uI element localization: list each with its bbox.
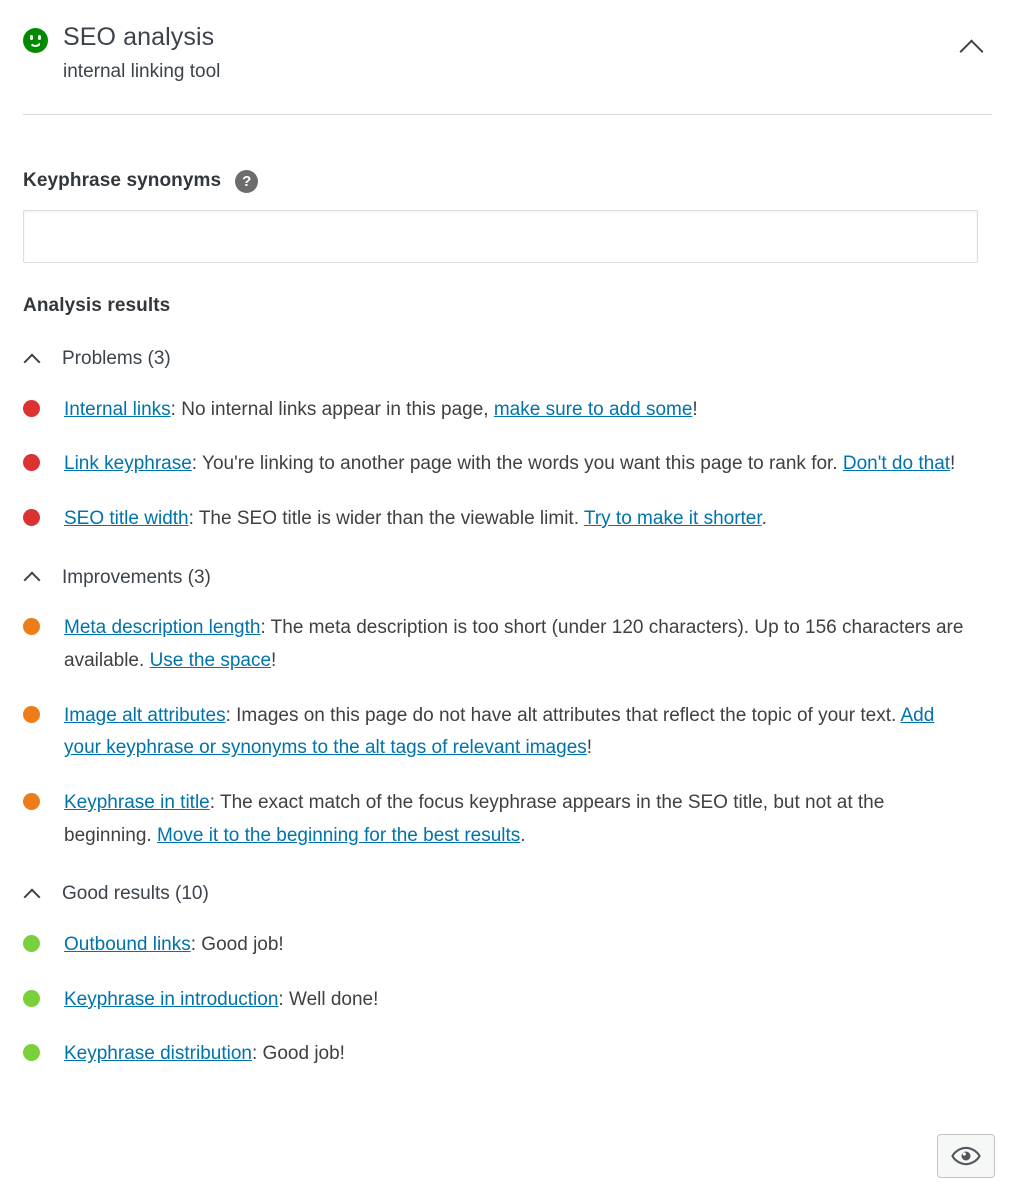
- status-bullet-icon: [23, 618, 40, 635]
- header-text: SEO analysis internal linking tool: [63, 22, 220, 85]
- chevron-up-icon: [959, 39, 983, 63]
- result-text: Link keyphrase: You're linking to anothe…: [64, 448, 955, 481]
- page-title: SEO analysis: [63, 22, 220, 53]
- status-bullet-icon: [23, 1044, 40, 1061]
- result-text: Keyphrase distribution: Good job!: [64, 1038, 345, 1071]
- keyphrase-synonyms-label-row: Keyphrase synonyms ?: [23, 170, 992, 193]
- result-text: Image alt attributes: Images on this pag…: [64, 700, 974, 765]
- result-section: Good results (10)Outbound links: Good jo…: [23, 882, 992, 1071]
- chevron-up-icon: [24, 353, 41, 370]
- result-text-fragment: : Good job!: [191, 934, 284, 955]
- chevron-up-icon: [24, 889, 41, 906]
- result-link[interactable]: Internal links: [64, 399, 171, 420]
- smiley-mouth: [29, 40, 42, 47]
- result-text: Internal links: No internal links appear…: [64, 394, 698, 427]
- status-bullet-icon: [23, 793, 40, 810]
- list-item: Internal links: No internal links appear…: [23, 394, 992, 427]
- smiley-eye-left: [30, 35, 34, 40]
- list-item: Outbound links: Good job!: [23, 929, 992, 962]
- header-row: SEO analysis internal linking tool: [23, 22, 992, 85]
- result-link[interactable]: Move it to the beginning for the best re…: [157, 825, 520, 846]
- list-item: Keyphrase in introduction: Well done!: [23, 984, 992, 1017]
- keyphrase-synonyms-input[interactable]: [23, 210, 978, 263]
- analysis-sections: Problems (3) Internal links: No internal …: [23, 347, 992, 1071]
- list-item: Link keyphrase: You're linking to anothe…: [23, 448, 992, 481]
- status-bullet-icon: [23, 400, 40, 417]
- list-item: Keyphrase in title: The exact match of t…: [23, 787, 992, 852]
- result-text-fragment: : The SEO title is wider than the viewab…: [189, 508, 584, 529]
- status-bullet-icon: [23, 706, 40, 723]
- result-link[interactable]: SEO title width: [64, 508, 189, 529]
- result-link[interactable]: Use the space: [150, 650, 271, 671]
- section-title: Problems (3): [62, 347, 171, 372]
- result-text: SEO title width: The SEO title is wider …: [64, 503, 767, 536]
- result-list: Meta description length: The meta descri…: [23, 612, 992, 852]
- result-text-fragment: : Well done!: [278, 989, 378, 1010]
- section-title: Good results (10): [62, 882, 209, 907]
- result-link[interactable]: Link keyphrase: [64, 453, 192, 474]
- result-list: Outbound links: Good job!Keyphrase in in…: [23, 929, 992, 1071]
- collapse-panel-button[interactable]: [951, 30, 991, 66]
- result-link[interactable]: Meta description length: [64, 617, 260, 638]
- question-mark-icon[interactable]: ?: [235, 170, 258, 193]
- eye-icon: [951, 1141, 981, 1171]
- section-title: Improvements (3): [62, 566, 211, 591]
- status-bullet-icon: [23, 454, 40, 471]
- list-item: SEO title width: The SEO title is wider …: [23, 503, 992, 536]
- status-bullet-icon: [23, 935, 40, 952]
- result-list: Internal links: No internal links appear…: [23, 394, 992, 536]
- result-text: Keyphrase in title: The exact match of t…: [64, 787, 974, 852]
- list-item: Meta description length: The meta descri…: [23, 612, 992, 677]
- result-text-fragment: !: [587, 737, 592, 758]
- analysis-results-heading: Analysis results: [23, 295, 992, 317]
- result-text-fragment: : Good job!: [252, 1043, 345, 1064]
- result-link[interactable]: Image alt attributes: [64, 705, 226, 726]
- status-bullet-icon: [23, 990, 40, 1007]
- result-text: Keyphrase in introduction: Well done!: [64, 984, 378, 1017]
- result-text-fragment: !: [271, 650, 276, 671]
- section-toggle-button[interactable]: Improvements (3): [23, 566, 211, 591]
- result-text-fragment: : Images on this page do not have alt at…: [226, 705, 901, 726]
- result-text-fragment: !: [950, 453, 955, 474]
- smiley-eye-right: [38, 35, 42, 40]
- result-text-fragment: .: [762, 508, 767, 529]
- result-link[interactable]: Don't do that: [843, 453, 950, 474]
- result-link[interactable]: Keyphrase in title: [64, 792, 210, 813]
- result-section: Improvements (3) Meta description length:…: [23, 566, 992, 853]
- smiley-green-icon: [23, 28, 48, 53]
- result-link[interactable]: make sure to add some: [494, 399, 693, 420]
- list-item: Keyphrase distribution: Good job!: [23, 1038, 992, 1071]
- page-subtitle: internal linking tool: [63, 60, 220, 85]
- status-bullet-icon: [23, 509, 40, 526]
- chevron-up-icon: [24, 572, 41, 589]
- result-link[interactable]: Keyphrase in introduction: [64, 989, 278, 1010]
- panel-header: SEO analysis internal linking tool: [0, 0, 1015, 85]
- section-toggle-button[interactable]: Good results (10): [23, 882, 209, 907]
- result-text: Outbound links: Good job!: [64, 929, 284, 962]
- result-text-fragment: : No internal links appear in this page,: [171, 399, 494, 420]
- keyphrase-synonyms-label: Keyphrase synonyms: [23, 170, 221, 192]
- preview-toggle-button[interactable]: [937, 1134, 995, 1178]
- header-divider: [23, 114, 992, 115]
- result-text: Meta description length: The meta descri…: [64, 612, 974, 677]
- section-toggle-button[interactable]: Problems (3): [23, 347, 171, 372]
- result-text-fragment: .: [520, 825, 525, 846]
- result-link[interactable]: Outbound links: [64, 934, 191, 955]
- list-item: Image alt attributes: Images on this pag…: [23, 700, 992, 765]
- result-link[interactable]: Keyphrase distribution: [64, 1043, 252, 1064]
- result-text-fragment: : You're linking to another page with th…: [192, 453, 843, 474]
- result-text-fragment: !: [692, 399, 697, 420]
- result-link[interactable]: Try to make it shorter: [584, 508, 762, 529]
- result-section: Problems (3) Internal links: No internal …: [23, 347, 992, 536]
- panel-body: Keyphrase synonyms ? Analysis results Pr…: [0, 170, 1015, 1071]
